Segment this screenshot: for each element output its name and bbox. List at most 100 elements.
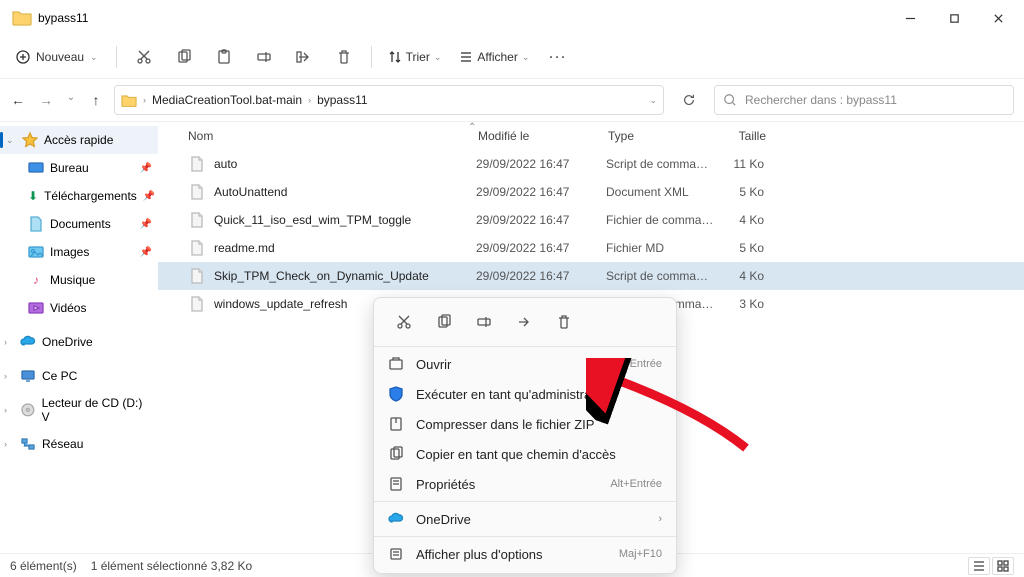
file-row[interactable]: AutoUnattend29/09/2022 16:47Document XML… xyxy=(158,178,1024,206)
sidebar-network[interactable]: ›Réseau xyxy=(0,430,158,458)
ctx-rename-button[interactable] xyxy=(466,306,502,338)
forward-button[interactable]: → xyxy=(38,92,54,108)
file-row[interactable]: auto29/09/2022 16:47Script de comman…11 … xyxy=(158,150,1024,178)
more-button[interactable]: ··· xyxy=(541,40,575,74)
file-type: Script de comman… xyxy=(606,269,714,283)
ctx-delete-button[interactable] xyxy=(546,306,582,338)
close-button[interactable] xyxy=(976,2,1020,34)
copy-button[interactable] xyxy=(167,40,201,74)
minimize-button[interactable] xyxy=(888,2,932,34)
sidebar-label: Musique xyxy=(50,273,95,287)
ctx-cut-button[interactable] xyxy=(386,306,422,338)
sidebar: ⌄ Accès rapide Bureau📌 ⬇Téléchargements📌… xyxy=(0,122,158,554)
new-button[interactable]: Nouveau ⌄ xyxy=(8,46,106,68)
rename-button[interactable] xyxy=(247,40,281,74)
file-type: Document XML xyxy=(606,185,714,199)
search-box[interactable]: Rechercher dans : bypass11 xyxy=(714,85,1014,115)
sidebar-videos[interactable]: Vidéos xyxy=(0,294,158,322)
file-size: 11 Ko xyxy=(714,157,764,171)
new-label: Nouveau xyxy=(36,50,84,64)
sidebar-label: Lecteur de CD (D:) V xyxy=(42,396,152,424)
ctx-label: OneDrive xyxy=(416,512,646,527)
pin-icon: 📌 xyxy=(140,219,152,230)
ctx-onedrive[interactable]: OneDrive› xyxy=(374,504,676,534)
ctx-label: Ouvrir xyxy=(416,357,618,372)
file-modified: 29/09/2022 16:47 xyxy=(476,185,606,199)
sidebar-label: Vidéos xyxy=(50,301,86,315)
breadcrumb-item[interactable]: MediaCreationTool.bat-main xyxy=(152,93,302,107)
ctx-more-options[interactable]: Afficher plus d'optionsMaj+F10 xyxy=(374,539,676,569)
pin-icon: 📌 xyxy=(140,163,152,174)
breadcrumb-item[interactable]: bypass11 xyxy=(317,93,367,107)
file-modified: 29/09/2022 16:47 xyxy=(476,269,606,283)
sidebar-cddrive[interactable]: ›Lecteur de CD (D:) V xyxy=(0,396,158,424)
file-name: Quick_11_iso_esd_wim_TPM_toggle xyxy=(214,213,476,227)
file-type: Fichier de comma… xyxy=(606,213,714,227)
chevron-right-icon: › xyxy=(308,95,311,105)
file-size: 5 Ko xyxy=(714,241,764,255)
ctx-zip[interactable]: Compresser dans le fichier ZIP xyxy=(374,409,676,439)
file-row[interactable]: readme.md29/09/2022 16:47Fichier MD5 Ko xyxy=(158,234,1024,262)
file-modified: 29/09/2022 16:47 xyxy=(476,241,606,255)
back-button[interactable]: ← xyxy=(10,92,26,108)
up-button[interactable]: ↑ xyxy=(88,92,104,108)
ctx-properties[interactable]: PropriétésAlt+Entrée xyxy=(374,469,676,499)
address-bar[interactable]: › MediaCreationTool.bat-main › bypass11 … xyxy=(114,85,664,115)
separator xyxy=(371,46,372,68)
file-icon xyxy=(188,155,206,173)
refresh-button[interactable] xyxy=(674,85,704,115)
view-icons-button[interactable] xyxy=(992,557,1014,575)
paste-button[interactable] xyxy=(207,40,241,74)
search-placeholder: Rechercher dans : bypass11 xyxy=(745,93,897,107)
sort-label: Trier xyxy=(406,50,430,64)
file-row[interactable]: Quick_11_iso_esd_wim_TPM_toggle29/09/202… xyxy=(158,206,1024,234)
ctx-copy-path[interactable]: Copier en tant que chemin d'accès xyxy=(374,439,676,469)
file-icon xyxy=(188,211,206,229)
path-icon xyxy=(388,446,404,462)
column-headers[interactable]: ⌃ Nom Modifié le Type Taille xyxy=(158,122,1024,150)
ctx-run-admin[interactable]: Exécuter en tant qu'administrateur xyxy=(374,379,676,409)
ctx-label: Exécuter en tant qu'administrateur xyxy=(416,387,662,402)
sidebar-thispc[interactable]: ›Ce PC xyxy=(0,362,158,390)
ctx-label: Compresser dans le fichier ZIP xyxy=(416,417,662,432)
sidebar-label: Téléchargements xyxy=(44,189,137,203)
file-row[interactable]: Skip_TPM_Check_on_Dynamic_Update29/09/20… xyxy=(158,262,1024,290)
titlebar: bypass11 xyxy=(0,0,1024,36)
chevron-down-icon: ⌄ xyxy=(434,52,442,63)
recent-button[interactable]: ⌄ xyxy=(66,92,76,108)
column-modified[interactable]: Modifié le xyxy=(478,129,608,143)
ctx-open[interactable]: Ouvrir Entrée xyxy=(374,349,676,379)
properties-icon xyxy=(388,476,404,492)
sidebar-quick-access[interactable]: ⌄ Accès rapide xyxy=(0,126,158,154)
delete-button[interactable] xyxy=(327,40,361,74)
maximize-button[interactable] xyxy=(932,2,976,34)
file-icon xyxy=(188,295,206,313)
sidebar-onedrive[interactable]: ›OneDrive xyxy=(0,328,158,356)
sidebar-downloads[interactable]: ⬇Téléchargements📌 xyxy=(0,182,158,210)
sort-button[interactable]: Trier ⌄ xyxy=(382,50,448,64)
sidebar-pictures[interactable]: Images📌 xyxy=(0,238,158,266)
column-size[interactable]: Taille xyxy=(716,129,766,143)
ctx-hint: Alt+Entrée xyxy=(610,478,662,490)
folder-icon xyxy=(12,9,32,27)
ctx-hint: Maj+F10 xyxy=(619,548,662,560)
share-button[interactable] xyxy=(287,40,321,74)
cut-button[interactable] xyxy=(127,40,161,74)
view-button[interactable]: Afficher ⌄ xyxy=(453,50,535,64)
sidebar-label: Réseau xyxy=(42,437,83,451)
file-name: Skip_TPM_Check_on_Dynamic_Update xyxy=(214,269,476,283)
file-name: readme.md xyxy=(214,241,476,255)
ctx-share-button[interactable] xyxy=(506,306,542,338)
ctx-copy-button[interactable] xyxy=(426,306,462,338)
column-type[interactable]: Type xyxy=(608,129,716,143)
sidebar-documents[interactable]: Documents📌 xyxy=(0,210,158,238)
column-name[interactable]: Nom xyxy=(188,129,478,143)
ctx-hint: Entrée xyxy=(630,358,662,370)
search-icon xyxy=(723,93,737,107)
sidebar-music[interactable]: ♪Musique xyxy=(0,266,158,294)
sidebar-desktop[interactable]: Bureau📌 xyxy=(0,154,158,182)
file-size: 5 Ko xyxy=(714,185,764,199)
history-dropdown[interactable]: ⌄ xyxy=(649,95,657,106)
sidebar-label: Ce PC xyxy=(42,369,77,383)
view-details-button[interactable] xyxy=(968,557,990,575)
